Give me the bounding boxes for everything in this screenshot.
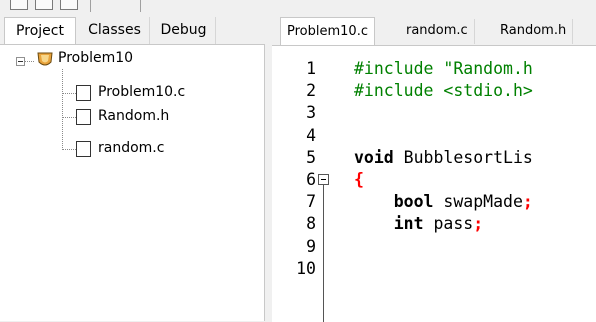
code-editor: Problem10.c random.c Random.h 1 #include … [272, 17, 596, 322]
tab-debug[interactable]: Debug [152, 17, 216, 44]
fold-toggle-icon[interactable] [318, 174, 329, 185]
code-line[interactable]: 5 void BubblesortLis [272, 147, 596, 169]
toolbar-button[interactable] [10, 0, 28, 10]
tree-item-file[interactable]: Problem10.c [98, 84, 185, 100]
file-icon [76, 85, 91, 101]
tree-item-file[interactable]: random.c [98, 140, 164, 156]
line-number: 2 [306, 81, 316, 101]
code-line[interactable]: 1 #include "Random.h [272, 58, 596, 80]
line-number: 3 [306, 103, 316, 123]
operator-token: ; [522, 192, 533, 212]
line-number: 5 [306, 147, 316, 167]
toolbar-button[interactable] [35, 0, 53, 10]
tree-item-project[interactable]: Problem10 [58, 50, 133, 66]
line-number: 4 [306, 125, 316, 145]
keyword-token: void [354, 147, 394, 167]
tree-connector [62, 149, 76, 150]
tab-classes[interactable]: Classes [80, 17, 150, 44]
code-line[interactable]: 4 [272, 125, 596, 147]
code-line[interactable]: 3 [272, 102, 596, 124]
tree-item-file[interactable]: Random.h [98, 108, 169, 124]
tree-connector [62, 93, 76, 94]
editor-tab-problem10-c[interactable]: Problem10.c [280, 17, 375, 45]
operator-token: { [354, 170, 364, 189]
line-number: 7 [306, 192, 316, 212]
code-line[interactable]: 7 bool swapMade; [272, 191, 596, 213]
line-number: 10 [296, 258, 316, 278]
code-text: void BubblesortLis [354, 147, 533, 169]
code-text: #include <stdio.h> [354, 80, 533, 102]
fold-guide-line [323, 185, 324, 322]
code-line[interactable]: 2 #include <stdio.h> [272, 80, 596, 102]
tree-connector [62, 117, 76, 118]
code-token: BubblesortLis [393, 147, 533, 167]
code-token: swapMade [433, 192, 523, 212]
code-text: int pass; [354, 213, 483, 235]
tab-project[interactable]: Project [4, 17, 76, 44]
toolbar-button[interactable] [60, 0, 78, 10]
code-text: bool swapMade; [354, 191, 533, 213]
line-number: 6 [306, 170, 316, 189]
toolbar [0, 0, 596, 12]
tree-connector [24, 61, 34, 62]
file-icon [76, 109, 91, 125]
preprocessor-token: #include <stdio.h> [354, 81, 533, 101]
code-token: pass [423, 214, 474, 234]
toolbar-separator [90, 0, 91, 12]
code-text: { [354, 169, 364, 191]
code-line[interactable]: 8 int pass; [272, 213, 596, 235]
line-number: 9 [306, 236, 316, 256]
toolbar-separator [140, 0, 141, 12]
preprocessor-token: #include "Random.h [354, 59, 533, 78]
project-panel: Project Classes Debug Problem10 Problem1… [0, 17, 266, 321]
project-tree: Problem10 Problem10.c Random.h random.c [0, 44, 265, 321]
code-area[interactable]: 1 #include "Random.h 2 #include <stdio.h> 3 4… [272, 45, 596, 322]
code-line[interactable]: 9 [272, 236, 596, 258]
code-text: #include "Random.h [354, 58, 533, 80]
code-line[interactable]: 6{ [272, 169, 596, 191]
collapse-toggle[interactable] [16, 57, 25, 66]
keyword-token: bool [393, 192, 434, 212]
project-icon [37, 52, 53, 66]
operator-token: ; [473, 214, 484, 234]
editor-tab-random-h[interactable]: Random.h [494, 19, 574, 44]
line-number: 8 [306, 214, 316, 234]
file-icon [76, 141, 91, 157]
keyword-token: int [393, 214, 424, 234]
tree-connector [62, 69, 63, 150]
code-line[interactable]: 10 [272, 258, 596, 280]
line-number: 1 [306, 59, 316, 78]
editor-tab-random-c[interactable]: random.c [400, 19, 475, 44]
